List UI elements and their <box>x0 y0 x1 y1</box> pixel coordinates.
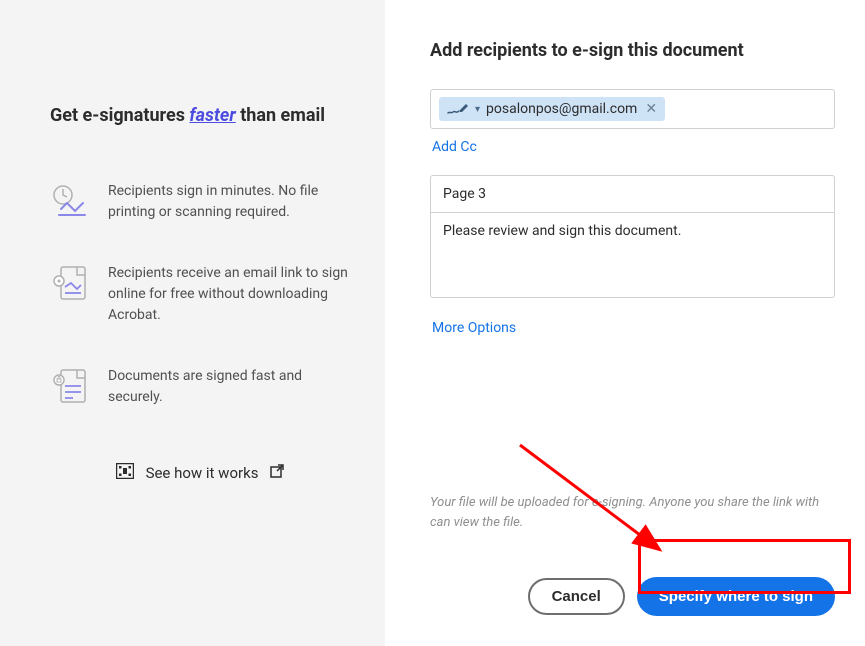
subject-input[interactable]: Page 3 <box>430 175 835 213</box>
benefit-item: Recipients sign in minutes. No file prin… <box>50 181 350 223</box>
specify-where-to-sign-button[interactable]: Specify where to sign <box>637 577 835 616</box>
recipient-email: posalonpos@gmail.com <box>486 101 637 117</box>
title-pre: Get e-signatures <box>50 105 189 126</box>
upload-disclaimer: Your file will be uploaded for e-signing… <box>430 493 835 532</box>
more-options-link[interactable]: More Options <box>430 320 835 336</box>
see-how-it-works-link[interactable]: See how it works <box>50 463 350 483</box>
benefit-item: Documents are signed fast and securely. <box>50 366 350 408</box>
benefit-text: Recipients sign in minutes. No file prin… <box>108 181 350 223</box>
how-it-works-label: See how it works <box>146 464 259 482</box>
pen-signature-icon <box>447 102 469 116</box>
film-icon <box>116 463 134 483</box>
title-post: than email <box>236 105 325 126</box>
button-row: Cancel Specify where to sign <box>430 577 835 616</box>
cancel-button[interactable]: Cancel <box>528 578 625 615</box>
external-link-icon <box>270 464 284 482</box>
fast-sign-icon <box>50 181 90 221</box>
left-info-panel: Get e-signatures faster than email Recip… <box>0 0 385 646</box>
email-link-icon <box>50 263 90 303</box>
secure-doc-icon <box>50 366 90 406</box>
panel-title: Add recipients to e-sign this document <box>430 40 835 61</box>
message-input[interactable]: Please review and sign this document. <box>430 213 835 298</box>
remove-recipient-button[interactable]: ✕ <box>643 101 659 117</box>
benefit-item: Recipients receive an email link to sign… <box>50 263 350 326</box>
add-cc-link[interactable]: Add Cc <box>430 139 835 155</box>
benefit-text: Documents are signed fast and securely. <box>108 366 350 408</box>
right-form-panel: Add recipients to e-sign this document ▾… <box>385 0 865 646</box>
recipient-chip[interactable]: ▾ posalonpos@gmail.com ✕ <box>439 97 665 121</box>
benefit-text: Recipients receive an email link to sign… <box>108 263 350 326</box>
title-emphasis: faster <box>189 105 235 126</box>
benefits-list: Recipients sign in minutes. No file prin… <box>50 181 350 408</box>
chevron-down-icon[interactable]: ▾ <box>475 104 480 115</box>
left-title: Get e-signatures faster than email <box>50 105 350 126</box>
recipients-input[interactable]: ▾ posalonpos@gmail.com ✕ <box>430 89 835 129</box>
